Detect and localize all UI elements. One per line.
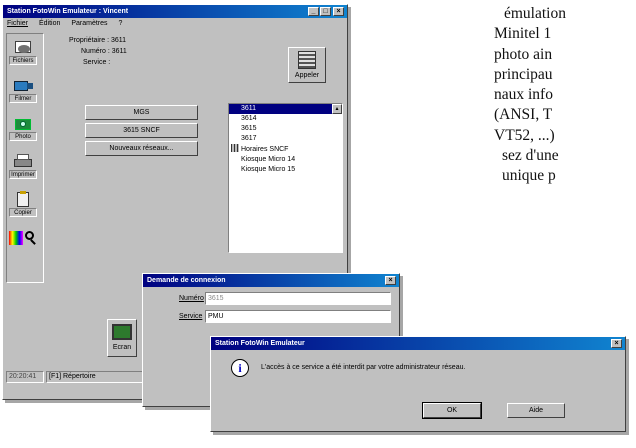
ok-button[interactable]: OK [422,402,482,419]
camcorder-icon [12,77,34,93]
info-icon: i [231,359,249,377]
service-list[interactable]: 3611 3614 3615 3617 Horaires SNCF Kiosqu… [228,103,343,253]
minimize-button[interactable]: _ [308,7,319,16]
service-label: Service : [83,59,111,66]
list-item[interactable]: Horaires SNCF [229,144,342,155]
clipboard-icon [12,191,34,207]
status-clock: 20:20:41 [6,371,44,383]
article-line: sez d'une [502,147,559,165]
phone-icon [298,51,316,69]
owner-label: Propriétaire : 3611 [69,37,127,44]
menu-parametres[interactable]: Paramètres [71,20,107,27]
list-item[interactable]: 3617 [229,134,342,144]
alert-title-bar: Station FotoWin Emulateur × [211,337,625,350]
help-button[interactable]: Aide [507,403,565,418]
article-line: VT52, ...) [494,126,555,144]
article-line: photo ain [494,45,553,63]
article-text: émulation Minitel 1 photo ain principau … [494,4,566,187]
mgs-button[interactable]: MGS [85,105,198,120]
maximize-button[interactable]: □ [320,7,331,16]
alert-title: Station FotoWin Emulateur [215,340,305,347]
list-item[interactable]: 3615 [229,124,342,134]
alert-message: L'accès à ce service a été interdit par … [261,364,466,371]
tool-fichiers[interactable]: Fichiers [9,39,37,65]
color-palette-icon[interactable] [9,231,23,245]
alert-dialog: Station FotoWin Emulateur × i L'accès à … [210,336,626,432]
menu-edition[interactable]: Édition [39,20,60,27]
service-field[interactable]: PMU [205,310,391,323]
menu-fichier[interactable]: Fichier [7,20,28,27]
numero-label: Numéro [179,295,204,302]
service-field-label: Service [179,313,203,320]
number-label: Numéro : 3611 [81,48,127,55]
menu-help[interactable]: ? [118,20,122,27]
list-item[interactable]: 3614 [229,114,342,124]
article-line: principau [494,65,553,83]
monitor-icon [112,324,132,340]
tool-imprimer[interactable]: Imprimer [9,153,37,179]
camera-icon [12,115,34,131]
list-item[interactable]: Kiosque Micro 14 [229,155,342,165]
close-button[interactable]: × [385,276,396,285]
article-line: émulation [504,5,566,22]
menu-bar: Fichier Édition Paramètres ? [3,18,347,30]
tool-photo[interactable]: Photo [9,115,37,141]
article-line: Minitel 1 [494,25,552,43]
close-button[interactable]: × [333,7,344,16]
list-item[interactable]: Kiosque Micro 15 [229,165,342,175]
connection-title: Demande de connexion [147,277,226,284]
info-panel: Propriétaire : 3611 Numéro : 3611 Servic… [69,35,127,68]
article-line: naux info [494,86,553,104]
tool-filmer[interactable]: Filmer [9,77,37,103]
magnifier-icon[interactable] [25,231,38,245]
list-item[interactable]: 3611 [229,104,332,114]
main-title-bar: Station FotoWin Emulateur : Vincent _ □ … [3,5,347,18]
call-button[interactable]: Appeler [288,47,326,83]
tool-copier[interactable]: Copier [9,191,37,217]
screen-button[interactable]: Ecran [107,319,137,357]
article-line: (ANSI, T [494,106,553,124]
close-button[interactable]: × [611,339,622,348]
grid-icon [231,144,239,152]
main-title: Station FotoWin Emulateur : Vincent [7,8,129,15]
folder-icon [12,39,34,55]
sncf-button[interactable]: 3615 SNCF [85,123,198,138]
list-scrollbar[interactable]: ▴ [332,104,342,114]
new-networks-button[interactable]: Nouveaux réseaux... [85,141,198,156]
numero-field[interactable]: 3615 [205,292,391,305]
connection-title-bar: Demande de connexion × [143,274,399,287]
printer-icon [12,153,34,169]
article-line: unique p [502,167,556,185]
